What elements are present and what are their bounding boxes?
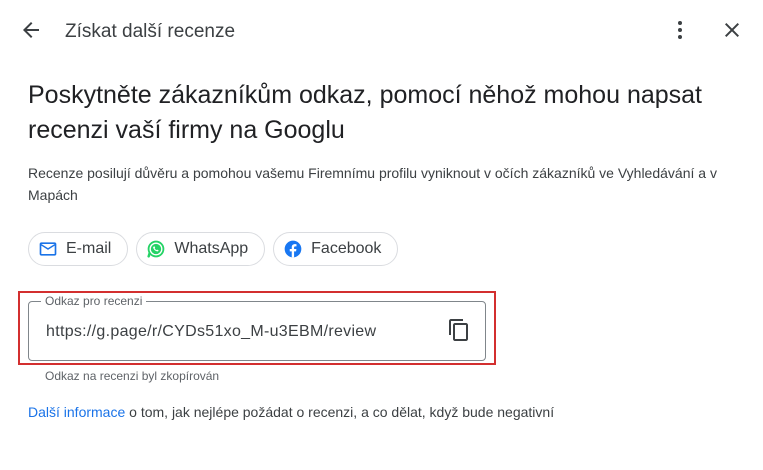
- copy-link-button[interactable]: [445, 318, 473, 346]
- learn-more-rest: o tom, jak nejlépe požádat o recenzi, a …: [125, 404, 555, 420]
- review-link-label: Odkaz pro recenzi: [41, 294, 147, 308]
- whatsapp-chip-label: WhatsApp: [174, 240, 249, 257]
- facebook-chip-label: Facebook: [311, 240, 382, 257]
- facebook-icon: [283, 239, 303, 259]
- review-link-field[interactable]: Odkaz pro recenzi https://g.page/r/CYDs5…: [28, 294, 486, 361]
- back-button[interactable]: [13, 14, 49, 50]
- email-icon: [38, 239, 58, 259]
- close-icon: [720, 18, 744, 47]
- arrow-left-icon: [19, 18, 43, 47]
- more-options-button[interactable]: [662, 14, 698, 50]
- close-button[interactable]: [714, 14, 750, 50]
- copied-helper-text: Odkaz na recenzi byl zkopírován: [45, 369, 220, 383]
- whatsapp-share-chip[interactable]: WhatsApp: [136, 232, 266, 266]
- learn-more-text: Další informace o tom, jak nejlépe požád…: [28, 402, 554, 422]
- page-description: Recenze posilují důvěru a pomohou vašemu…: [28, 165, 717, 203]
- get-more-reviews-dialog: Získat další recenze Poskytněte zákazník…: [0, 0, 763, 470]
- more-vert-icon: [668, 18, 692, 47]
- page-headline: Poskytněte zákazníkům odkaz, pomocí něho…: [28, 81, 702, 144]
- email-share-chip[interactable]: E-mail: [28, 232, 129, 266]
- dialog-title: Získat další recenze: [65, 21, 236, 42]
- dialog-header: Získat další recenze: [0, 0, 763, 64]
- email-chip-label: E-mail: [66, 240, 112, 257]
- copy-icon: [447, 318, 471, 347]
- facebook-share-chip[interactable]: Facebook: [273, 232, 399, 266]
- learn-more-link[interactable]: Další informace: [28, 404, 125, 420]
- share-chips: E-mail WhatsApp Facebook: [28, 232, 399, 266]
- review-link-value[interactable]: https://g.page/r/CYDs51xo_M-u3EBM/review: [46, 322, 376, 342]
- whatsapp-icon: [146, 239, 166, 259]
